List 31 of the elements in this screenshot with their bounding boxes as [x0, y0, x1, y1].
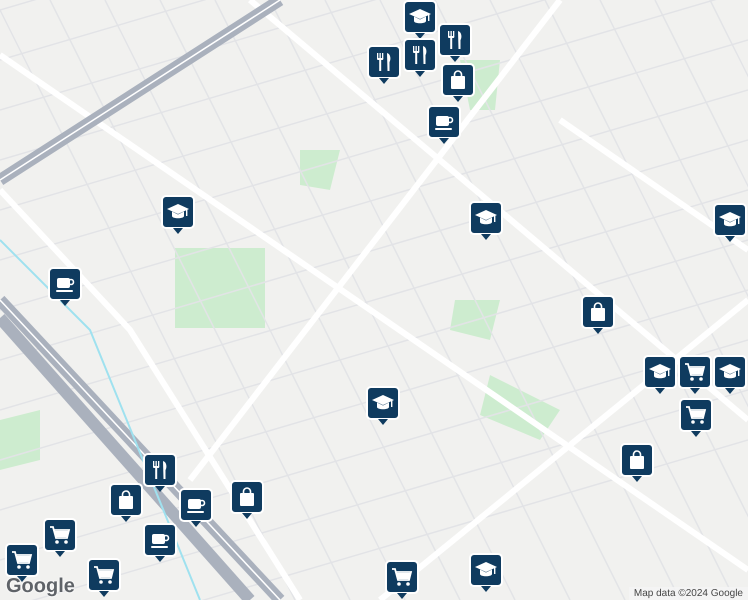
- fork-knife-pin-icon[interactable]: [367, 45, 401, 85]
- shopping-bag-pin-icon[interactable]: [620, 443, 654, 483]
- graduation-cap-pin-icon[interactable]: [469, 201, 503, 241]
- shopping-cart-pin-icon[interactable]: [87, 558, 121, 598]
- park-area: [300, 150, 340, 190]
- graduation-cap-pin-icon[interactable]: [713, 203, 747, 243]
- coffee-cup-pin-icon[interactable]: [179, 488, 213, 528]
- coffee-cup-pin-icon[interactable]: [143, 523, 177, 563]
- fork-knife-pin-icon[interactable]: [143, 453, 177, 493]
- shopping-bag-pin-icon[interactable]: [230, 480, 264, 520]
- park-area: [0, 410, 40, 470]
- park-area: [450, 300, 500, 340]
- shopping-cart-pin-icon[interactable]: [43, 518, 77, 558]
- shopping-bag-pin-icon[interactable]: [441, 63, 475, 103]
- map-attribution: Map data ©2024 Google: [628, 587, 748, 600]
- shopping-cart-pin-icon[interactable]: [679, 398, 713, 438]
- graduation-cap-pin-icon[interactable]: [366, 386, 400, 426]
- shopping-cart-pin-icon[interactable]: [678, 355, 712, 395]
- fork-knife-pin-icon[interactable]: [438, 23, 472, 63]
- graduation-cap-pin-icon[interactable]: [643, 355, 677, 395]
- graduation-cap-pin-icon[interactable]: [403, 0, 437, 40]
- graduation-cap-pin-icon[interactable]: [161, 195, 195, 235]
- shopping-bag-pin-icon[interactable]: [581, 295, 615, 335]
- shopping-bag-pin-icon[interactable]: [109, 483, 143, 523]
- google-logo[interactable]: Google: [6, 575, 75, 598]
- coffee-cup-pin-icon[interactable]: [48, 267, 82, 307]
- coffee-cup-pin-icon[interactable]: [427, 105, 461, 145]
- fork-knife-pin-icon[interactable]: [403, 38, 437, 78]
- shopping-cart-pin-icon[interactable]: [385, 560, 419, 600]
- graduation-cap-pin-icon[interactable]: [469, 553, 503, 593]
- graduation-cap-pin-icon[interactable]: [713, 355, 747, 395]
